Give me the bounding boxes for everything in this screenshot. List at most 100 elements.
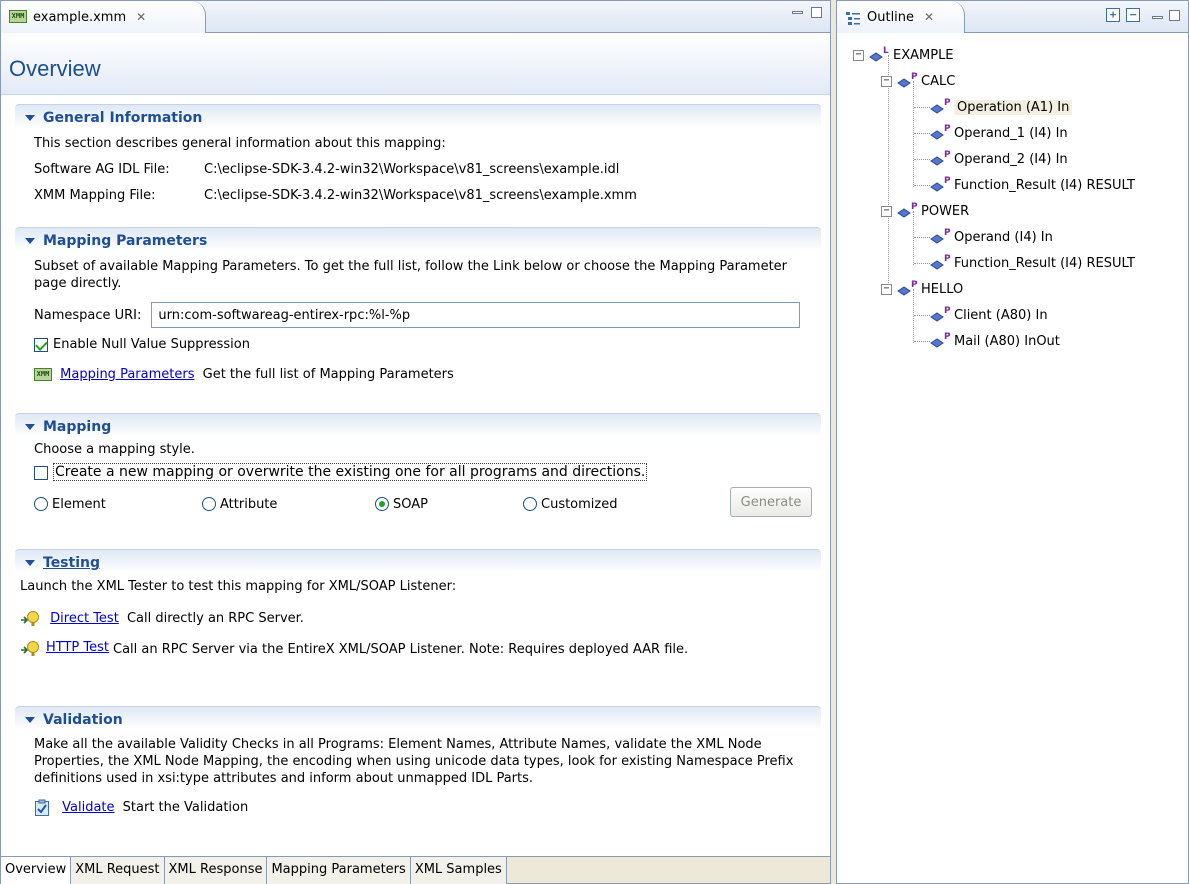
section-toggle-general[interactable]: General Information — [15, 104, 821, 128]
validate-link[interactable]: Validate — [62, 800, 114, 815]
tree-node-mail[interactable]: P Mail (A80) InOut — [929, 331, 1060, 351]
radio-soap-label: SOAP — [393, 496, 428, 512]
close-icon[interactable]: ✕ — [924, 10, 934, 24]
null-suppression-checkbox[interactable] — [34, 337, 48, 352]
section-validation: Validation Make all the available Validi… — [15, 706, 821, 821]
parameter-node-icon: P — [930, 306, 951, 322]
collapse-all-icon[interactable]: − — [1126, 8, 1140, 22]
validation-description: Make all the available Validity Checks i… — [34, 737, 794, 786]
svg-text:P: P — [944, 150, 951, 160]
collapse-triangle-icon — [25, 424, 35, 430]
minimize-icon[interactable] — [792, 11, 803, 14]
outline-tab[interactable]: Outline ✕ — [837, 1, 965, 33]
http-test-link[interactable]: HTTP Test — [46, 640, 109, 655]
direct-test-row: Direct Test Call directly an RPC Server. — [20, 606, 821, 632]
tab-overview[interactable]: Overview — [1, 857, 72, 884]
namespace-uri-input[interactable] — [151, 302, 801, 328]
overwrite-checkbox[interactable] — [34, 465, 48, 480]
tree-node-label: POWER — [921, 203, 970, 219]
section-testing: Testing Launch the XML Tester to test th… — [15, 549, 821, 662]
tree-node-example[interactable]: − L EXAMPLE — [853, 45, 954, 65]
tree-node-operand[interactable]: P Operand (I4) In — [929, 227, 1053, 247]
tree-node-function-result-power[interactable]: P Function_Result (I4) RESULT — [929, 253, 1135, 273]
radio-customized[interactable]: Customized — [523, 497, 618, 512]
expand-all-icon[interactable]: + — [1106, 8, 1120, 22]
generate-button[interactable]: Generate — [730, 487, 812, 517]
section-toggle-mapping-parameters[interactable]: Mapping Parameters — [15, 227, 821, 251]
radio-element[interactable]: Element — [34, 497, 106, 512]
mapping-params-description: Subset of available Mapping Parameters. … — [34, 259, 788, 291]
section-toggle-testing[interactable]: Testing — [15, 549, 821, 573]
collapse-triangle-icon — [25, 717, 35, 723]
section-mapping-parameters: Mapping Parameters Subset of available M… — [15, 227, 821, 388]
tree-node-operand-1[interactable]: P Operand_1 (I4) In — [929, 123, 1068, 143]
tree-node-power[interactable]: − P POWER — [881, 201, 969, 221]
mapping-params-link-desc: Get the full list of Mapping Parameters — [202, 367, 454, 382]
tree-node-label: CALC — [921, 73, 956, 89]
minimize-icon[interactable] — [1152, 15, 1163, 19]
collapse-triangle-icon — [25, 560, 35, 566]
tab-xml-samples[interactable]: XML Samples — [410, 857, 507, 884]
http-test-row: HTTP Test Call an RPC Server via the Ent… — [20, 640, 821, 662]
overwrite-row[interactable]: Create a new mapping or overwrite the ex… — [34, 460, 821, 484]
tree-node-function-result[interactable]: P Function_Result (I4) RESULT — [929, 175, 1135, 195]
tree-node-label: HELLO — [921, 281, 964, 297]
http-test-desc: Call an RPC Server via the EntireX XML/S… — [113, 642, 689, 657]
section-toggle-mapping[interactable]: Mapping — [15, 413, 821, 437]
editor-content: Overview General Information This sectio… — [1, 34, 830, 857]
parameter-node-icon: P — [930, 254, 951, 270]
parameter-node-icon: P — [930, 124, 951, 140]
outline-icon — [846, 12, 860, 25]
tab-xml-response[interactable]: XML Response — [164, 857, 268, 884]
collapse-node-icon[interactable]: − — [853, 49, 864, 61]
tab-xml-request[interactable]: XML Request — [71, 857, 165, 884]
run-test-icon — [21, 641, 39, 656]
maximize-icon[interactable] — [811, 7, 822, 18]
editor-tab[interactable]: XMM example.xmm ✕ — [1, 1, 206, 33]
validate-row: Validate Start the Validation — [34, 795, 821, 821]
radio-soap[interactable]: SOAP — [375, 497, 428, 512]
xmm-file-label: XMM Mapping File: — [34, 188, 156, 203]
mapping-style-radios: Element Attribute SOAP Customized Genera… — [34, 487, 821, 518]
svg-text:P: P — [911, 202, 918, 212]
tree-node-hello[interactable]: − P HELLO — [881, 279, 963, 299]
mapping-description: Choose a mapping style. — [34, 442, 195, 457]
radio-attribute-dot — [202, 497, 216, 511]
tree-node-operation[interactable]: P Operation (A1) In — [929, 97, 1073, 117]
section-toggle-validation[interactable]: Validation — [15, 706, 821, 730]
idl-file-value: C:\eclipse-SDK-3.4.2-win32\Workspace\v81… — [204, 162, 620, 177]
svg-text:P: P — [911, 280, 918, 290]
direct-test-link[interactable]: Direct Test — [50, 611, 119, 626]
outline-tabbar: Outline ✕ + − — [837, 1, 1188, 33]
tree-node-label: Mail (A80) InOut — [954, 333, 1060, 349]
radio-attribute[interactable]: Attribute — [202, 497, 277, 512]
section-title: Mapping — [43, 419, 112, 435]
tree-node-calc[interactable]: − P CALC — [881, 71, 955, 91]
close-icon[interactable]: ✕ — [136, 10, 146, 24]
parameter-node-icon: P — [930, 332, 951, 348]
eclipse-workbench: XMM example.xmm ✕ Overview General Infor… — [0, 0, 1189, 884]
null-suppression-row[interactable]: Enable Null Value Suppression — [34, 332, 821, 358]
mapping-parameters-link[interactable]: Mapping Parameters — [60, 367, 194, 382]
editor-tab-title: example.xmm — [33, 10, 127, 25]
clipboard-check-icon — [35, 799, 49, 816]
svg-text:P: P — [911, 72, 918, 82]
section-title: Validation — [43, 712, 123, 728]
outline-toolbar: + − — [1106, 8, 1180, 22]
collapse-node-icon[interactable]: − — [881, 205, 892, 217]
collapse-node-icon[interactable]: − — [881, 283, 892, 295]
tree-node-label: Operand_2 (I4) In — [954, 151, 1068, 167]
tree-node-client[interactable]: P Client (A80) In — [929, 305, 1048, 325]
xmm-editor: XMM example.xmm ✕ Overview General Infor… — [0, 0, 831, 884]
svg-text:P: P — [944, 306, 951, 316]
tree-node-operand-2[interactable]: P Operand_2 (I4) In — [929, 149, 1068, 169]
tree-node-label: Client (A80) In — [954, 307, 1048, 323]
xmm-file-value: C:\eclipse-SDK-3.4.2-win32\Workspace\v81… — [204, 188, 637, 203]
outline-tab-title: Outline — [867, 10, 915, 25]
editor-page-tabs: Overview XML Request XML Response Mappin… — [1, 856, 830, 884]
section-title: Testing — [43, 555, 100, 571]
collapse-node-icon[interactable]: − — [881, 75, 892, 87]
idl-file-row: Software AG IDL File: C:\eclipse-SDK-3.4… — [34, 157, 821, 183]
maximize-icon[interactable] — [1169, 9, 1180, 21]
tab-mapping-parameters[interactable]: Mapping Parameters — [267, 857, 411, 884]
